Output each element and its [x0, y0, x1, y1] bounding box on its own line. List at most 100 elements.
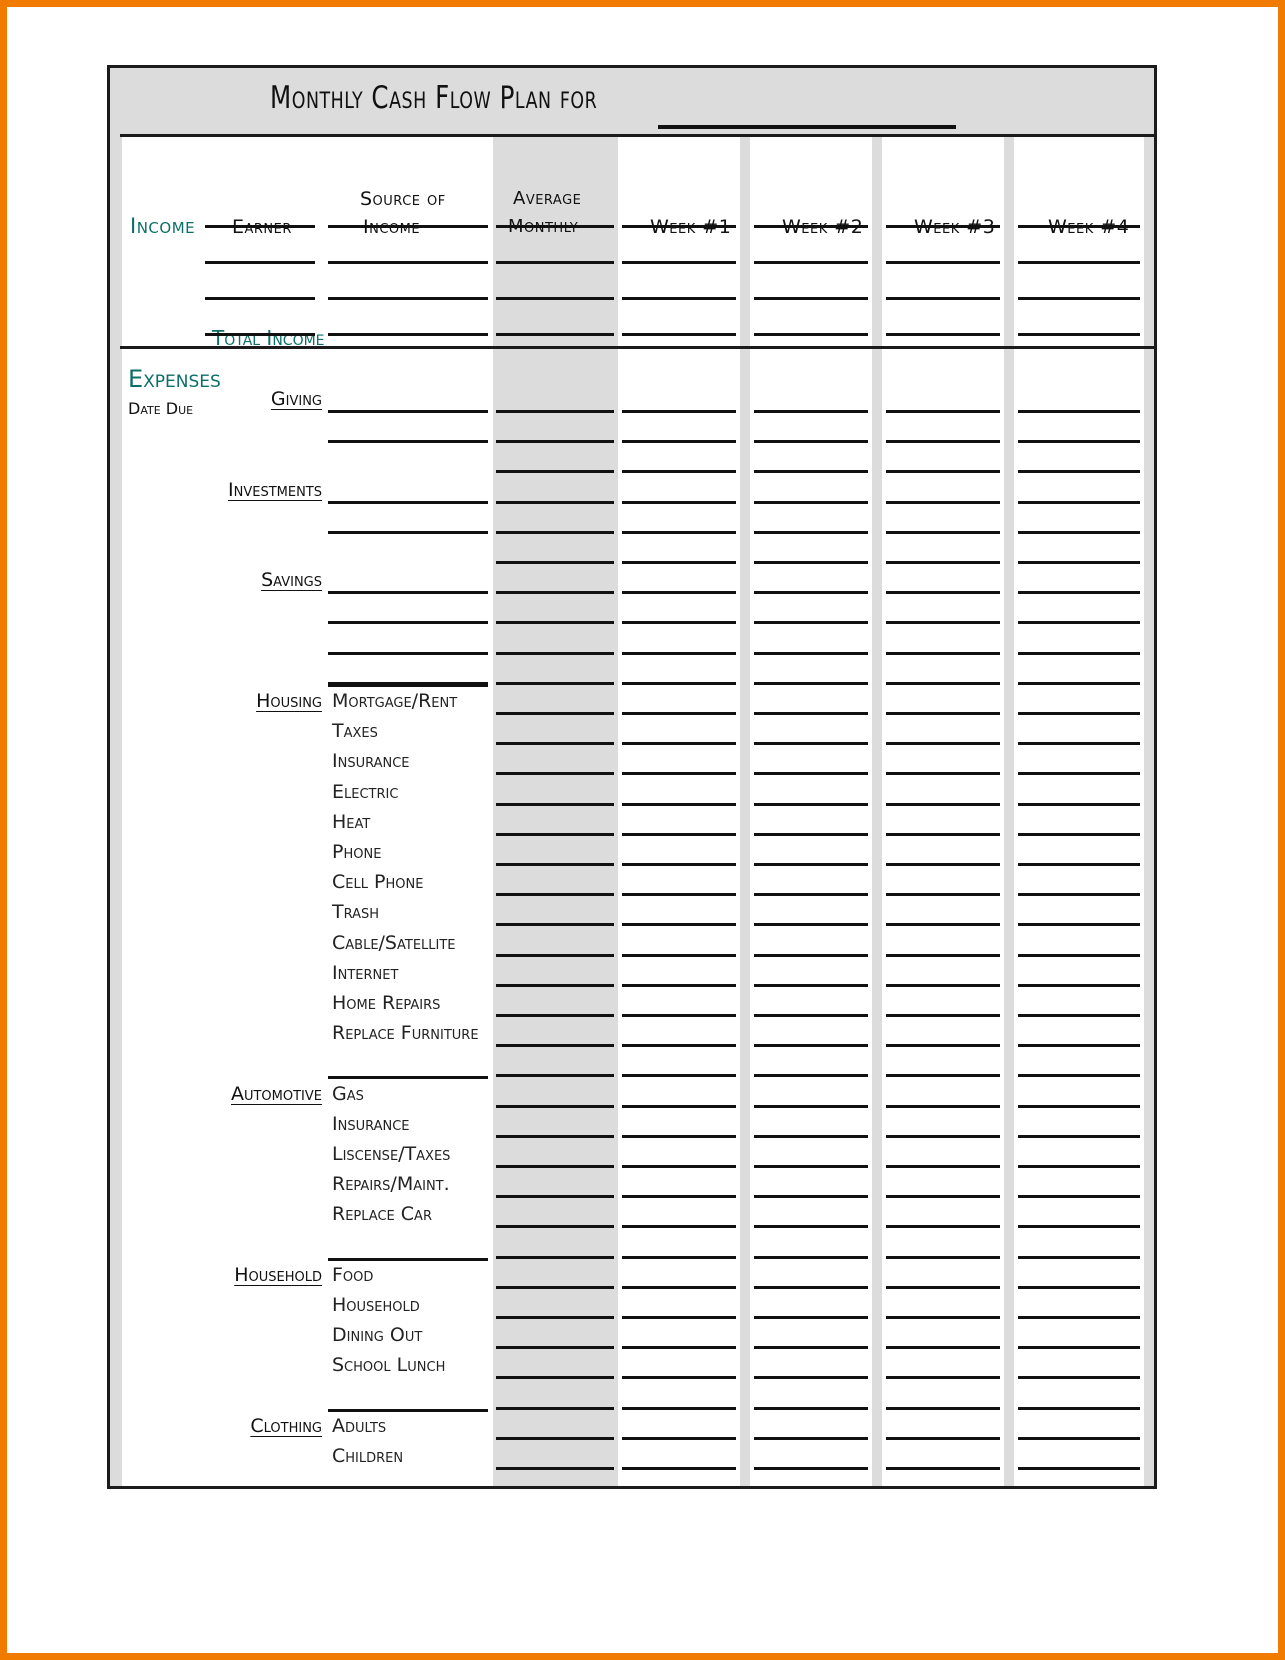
expense-row-line-week2-28[interactable] [754, 1225, 868, 1228]
expense-row-line-average-33[interactable] [496, 1376, 614, 1379]
income-blank-line-week3-4[interactable] [886, 333, 1000, 336]
expense-row-line-week2-27[interactable] [754, 1195, 868, 1198]
expense-row-line-average-8[interactable] [496, 621, 614, 624]
expense-row-line-week4-14[interactable] [1018, 803, 1140, 806]
income-blank-line-average-2[interactable] [496, 261, 614, 264]
income-blank-line-week2-2[interactable] [754, 261, 868, 264]
expense-row-line-week1-32[interactable] [622, 1346, 736, 1349]
expense-row-line-average-26[interactable] [496, 1165, 614, 1168]
expense-row-line-week1-11[interactable] [622, 712, 736, 715]
expense-row-line-week4-8[interactable] [1018, 621, 1140, 624]
expense-row-line-week2-9[interactable] [754, 652, 868, 655]
expense-row-line-week1-29[interactable] [622, 1256, 736, 1259]
expense-row-line-week2-26[interactable] [754, 1165, 868, 1168]
expense-row-line-week3-22[interactable] [886, 1044, 1000, 1047]
expense-row-line-week4-5[interactable] [1018, 531, 1140, 534]
expense-row-line-average-25[interactable] [496, 1135, 614, 1138]
expense-row-line-week3-14[interactable] [886, 803, 1000, 806]
expense-row-line-week1-17[interactable] [622, 893, 736, 896]
expense-row-line-week3-34[interactable] [886, 1407, 1000, 1410]
expense-row-line-week3-19[interactable] [886, 954, 1000, 957]
expense-row-line-week1-19[interactable] [622, 954, 736, 957]
expense-row-line-week2-17[interactable] [754, 893, 868, 896]
expense-row-line-week3-10[interactable] [886, 682, 1000, 685]
expense-row-line-week1-2[interactable] [622, 440, 736, 443]
expense-row-line-week4-22[interactable] [1018, 1044, 1140, 1047]
expense-row-line-average-29[interactable] [496, 1256, 614, 1259]
expense-row-line-week1-25[interactable] [622, 1135, 736, 1138]
expense-row-line-week1-12[interactable] [622, 742, 736, 745]
expense-row-line-average-35[interactable] [496, 1437, 614, 1440]
expense-row-line-week4-9[interactable] [1018, 652, 1140, 655]
expense-row-line-week2-20[interactable] [754, 984, 868, 987]
expense-row-line-week3-2[interactable] [886, 440, 1000, 443]
expense-row-line-week4-6[interactable] [1018, 561, 1140, 564]
expense-row-line-week1-21[interactable] [622, 1014, 736, 1017]
expense-row-line-week3-33[interactable] [886, 1376, 1000, 1379]
expense-row-line-week2-14[interactable] [754, 803, 868, 806]
expense-row-line-week2-13[interactable] [754, 772, 868, 775]
expense-row-line-average-31[interactable] [496, 1316, 614, 1319]
expense-row-line-week3-12[interactable] [886, 742, 1000, 745]
expense-row-line-week4-18[interactable] [1018, 923, 1140, 926]
income-blank-line-week2-4[interactable] [754, 333, 868, 336]
expense-row-line-week2-23[interactable] [754, 1074, 868, 1077]
expense-row-line-week1-10[interactable] [622, 682, 736, 685]
expense-blank-line-savings-3[interactable] [328, 652, 488, 655]
expense-blank-line-savings-2[interactable] [328, 621, 488, 624]
expense-row-line-week1-9[interactable] [622, 652, 736, 655]
expense-row-line-average-15[interactable] [496, 833, 614, 836]
expense-row-line-average-28[interactable] [496, 1225, 614, 1228]
expense-row-line-week3-31[interactable] [886, 1316, 1000, 1319]
income-blank-line-week2-1[interactable] [754, 225, 868, 228]
expense-row-line-week1-33[interactable] [622, 1376, 736, 1379]
expense-row-line-week2-31[interactable] [754, 1316, 868, 1319]
income-blank-line-average-1[interactable] [496, 225, 614, 228]
expense-row-line-week2-8[interactable] [754, 621, 868, 624]
expense-row-line-average-11[interactable] [496, 712, 614, 715]
expense-row-line-week3-1[interactable] [886, 410, 1000, 413]
expense-row-line-week3-6[interactable] [886, 561, 1000, 564]
expense-row-line-week1-22[interactable] [622, 1044, 736, 1047]
expense-row-line-week1-26[interactable] [622, 1165, 736, 1168]
expense-row-line-week3-36[interactable] [886, 1467, 1000, 1470]
expense-row-line-week3-13[interactable] [886, 772, 1000, 775]
income-blank-line-week2-3[interactable] [754, 297, 868, 300]
expense-row-line-average-2[interactable] [496, 440, 614, 443]
expense-row-line-week2-10[interactable] [754, 682, 868, 685]
expense-row-line-week1-7[interactable] [622, 591, 736, 594]
expense-row-line-average-4[interactable] [496, 501, 614, 504]
expense-row-line-week2-18[interactable] [754, 923, 868, 926]
expense-row-line-week4-7[interactable] [1018, 591, 1140, 594]
expense-row-line-week4-19[interactable] [1018, 954, 1140, 957]
expense-row-line-week2-30[interactable] [754, 1286, 868, 1289]
expense-row-line-week2-7[interactable] [754, 591, 868, 594]
expense-blank-line-giving-1[interactable] [328, 410, 488, 413]
expense-row-line-week1-34[interactable] [622, 1407, 736, 1410]
income-blank-line-week1-3[interactable] [622, 297, 736, 300]
expense-row-line-week2-12[interactable] [754, 742, 868, 745]
expense-row-line-week4-33[interactable] [1018, 1376, 1140, 1379]
expense-row-line-week4-36[interactable] [1018, 1467, 1140, 1470]
expense-row-line-week2-35[interactable] [754, 1437, 868, 1440]
expense-row-line-week2-32[interactable] [754, 1346, 868, 1349]
expense-row-line-week1-28[interactable] [622, 1225, 736, 1228]
expense-row-line-average-36[interactable] [496, 1467, 614, 1470]
expense-row-line-week3-9[interactable] [886, 652, 1000, 655]
income-blank-line-week3-2[interactable] [886, 261, 1000, 264]
expense-row-line-week3-11[interactable] [886, 712, 1000, 715]
expense-row-line-week2-11[interactable] [754, 712, 868, 715]
expense-row-line-week1-18[interactable] [622, 923, 736, 926]
expense-row-line-week3-29[interactable] [886, 1256, 1000, 1259]
expense-row-line-week4-3[interactable] [1018, 470, 1140, 473]
expense-row-line-week1-15[interactable] [622, 833, 736, 836]
expense-row-line-week3-20[interactable] [886, 984, 1000, 987]
expense-row-line-week1-1[interactable] [622, 410, 736, 413]
expense-row-line-week4-28[interactable] [1018, 1225, 1140, 1228]
expense-row-line-week4-16[interactable] [1018, 863, 1140, 866]
expense-row-line-week1-8[interactable] [622, 621, 736, 624]
expense-blank-line-investments-2[interactable] [328, 531, 488, 534]
income-blank-line-average-4[interactable] [496, 333, 614, 336]
expense-row-line-week3-30[interactable] [886, 1286, 1000, 1289]
expense-row-line-week1-13[interactable] [622, 772, 736, 775]
